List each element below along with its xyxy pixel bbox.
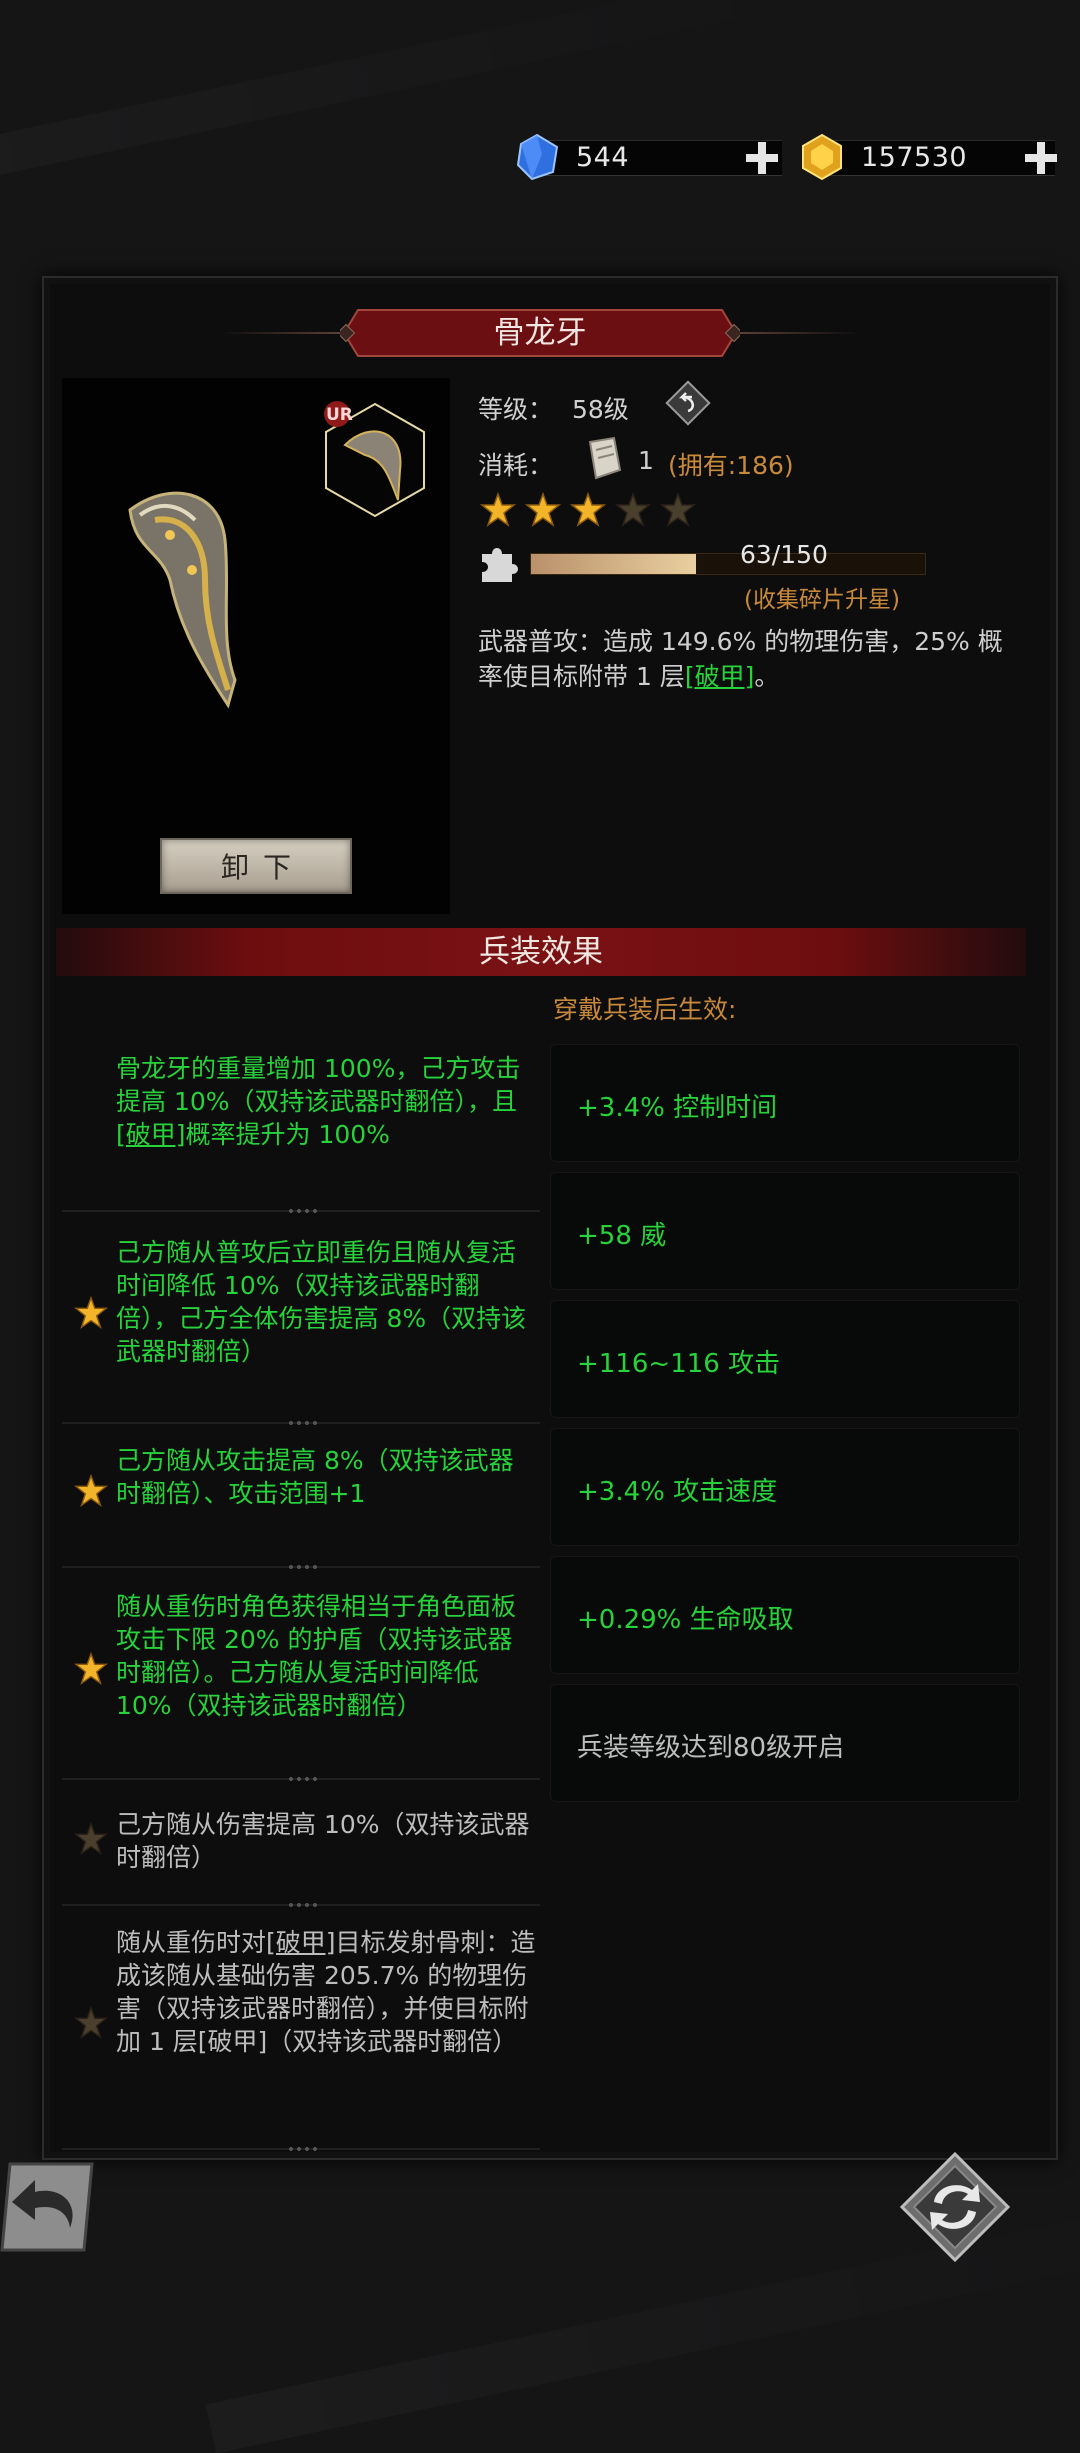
gold-currency: 157530 [802,133,1057,181]
cost-value: 1 [638,446,654,475]
star-filled-icon [480,492,516,527]
swap-weapon-button[interactable] [898,2150,1012,2264]
fragment-hint: (收集碎片升星) [744,587,900,613]
stat-box: +3.4% 攻击速度 [550,1428,1020,1546]
scroll-fragment-icon [588,436,622,480]
gold-gem-icon [802,133,842,181]
star-dark-icon [74,2006,108,2039]
stat-text: +0.29% 生命吸取 [577,1605,794,1635]
effect-divider [62,1420,540,1426]
level-label: 等级： [478,395,554,424]
item-name: 骨龙牙 [493,315,587,351]
effect-divider [62,2146,540,2152]
star-filled-icon [74,1652,108,1685]
star-empty-icon [615,492,651,527]
effect-item: 随从重伤时对[破甲]目标发射骨刺：造成该随从基础伤害 205.7% 的物理伤害（… [116,1928,536,2056]
star-filled-icon [74,1474,108,1507]
section-title: 兵装效果 [479,934,603,970]
level-value: 58级 [572,395,629,424]
add-gems-button[interactable] [742,138,782,178]
stat-text: 兵装等级达到80级开启 [577,1733,845,1763]
effect-item: 己方随从普攻后立即重伤且随从复活时间降低 10%（双持该武器时翻倍），己方全体伤… [116,1238,527,1366]
unequip-button[interactable]: 卸下 [160,838,352,894]
stat-box-locked: 兵装等级达到80级开启 [550,1684,1020,1802]
effect-divider [62,1776,540,1782]
weapon-attack-description: 武器普攻：造成 149.6% 的物理伤害，25% 概率使目标附带 1 层[破甲]… [478,624,1018,694]
gold-amount: 157530 [861,142,968,173]
cost-label: 消耗： [478,451,554,480]
puzzle-piece-icon [482,548,518,582]
title-divider-right [740,332,860,334]
effect-divider [62,1208,540,1214]
level-up-diamond-icon[interactable] [664,379,712,427]
fragment-progress-bar [530,553,926,575]
armor-break-link[interactable]: [破甲] [116,1120,186,1149]
description-suffix: 。 [754,662,780,691]
stat-text: +3.4% 控制时间 [577,1093,778,1123]
stats-subtitle: 穿戴兵装后生效: [553,995,737,1024]
star-filled-icon [525,492,561,527]
stat-text: +58 威 [577,1221,667,1251]
effect-item: 随从重伤时角色获得相当于角色面板攻击下限 20% 的护盾（双持该武器时翻倍）。己… [116,1592,517,1720]
back-button[interactable] [0,2158,98,2256]
stat-text: +116~116 攻击 [577,1349,781,1379]
stat-box: +58 威 [550,1172,1020,1290]
owned-count: (拥有:186) [668,451,794,480]
effect-item: 己方随从伤害提高 10%（双持该武器时翻倍） [116,1810,530,1872]
stat-box: +0.29% 生命吸取 [550,1556,1020,1674]
armor-break-link[interactable]: [破甲] [266,1928,336,1957]
stat-box: +3.4% 控制时间 [550,1044,1020,1162]
stat-text: +3.4% 攻击速度 [577,1477,778,1507]
effect-divider [62,1902,540,1908]
star-filled-icon [570,492,606,527]
star-filled-icon [74,1296,108,1329]
effect-item: 己方随从攻击提高 8%（双持该武器时翻倍）、攻击范围+1 [116,1446,514,1508]
armor-break-link[interactable]: [破甲] [685,662,755,691]
gem-amount: 544 [576,142,630,173]
fragment-count: 63/150 [740,540,828,569]
fragment-progress-fill [531,554,697,574]
bone-fang-weapon-image [128,491,237,709]
title-divider-left [220,332,340,334]
stat-box: +116~116 攻击 [550,1300,1020,1418]
star-dark-icon [74,1822,108,1855]
gem-currency: 544 [516,133,782,181]
rarity-badge: UR [326,405,353,425]
star-empty-icon [660,492,696,527]
effect-item: 骨龙牙的重量增加 100%，己方攻击提高 10%（双持该武器时翻倍），且[破甲]… [116,1054,521,1149]
add-gold-button[interactable] [1021,138,1061,178]
blue-gem-icon [516,133,559,181]
effect-divider [62,1564,540,1570]
